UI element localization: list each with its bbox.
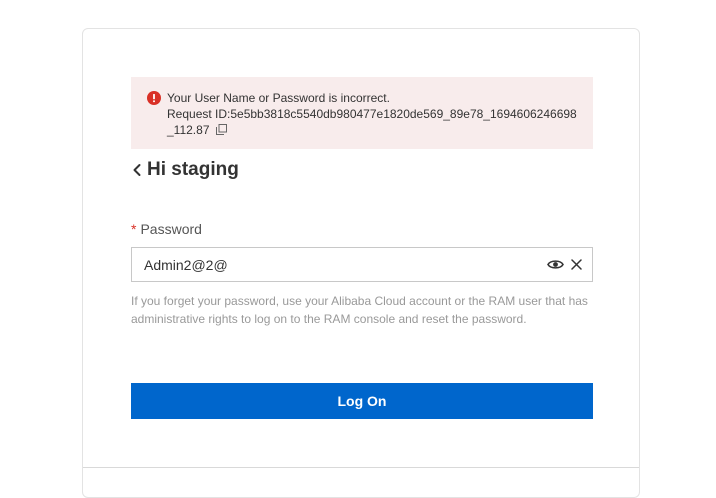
- password-field-wrapper: [131, 247, 593, 282]
- request-id: Request ID:5e5bb3818c5540db980477e1820de…: [167, 106, 583, 138]
- chevron-left-icon[interactable]: [131, 163, 143, 177]
- alert-text: Your User Name or Password is incorrect.…: [167, 90, 583, 138]
- close-icon[interactable]: [571, 259, 582, 270]
- account-heading: Hi staging: [131, 157, 239, 183]
- password-input[interactable]: [132, 248, 532, 281]
- error-alert: Your User Name or Password is incorrect.…: [131, 77, 593, 149]
- password-label-text: Password: [140, 221, 202, 237]
- password-label: * Password: [131, 221, 202, 237]
- required-mark: *: [131, 221, 137, 237]
- request-id-text: Request ID:5e5bb3818c5540db980477e1820de…: [167, 107, 577, 137]
- page-title: Hi staging: [147, 159, 239, 180]
- eye-icon[interactable]: [547, 258, 564, 271]
- divider: [83, 467, 639, 468]
- password-hint: If you forget your password, use your Al…: [131, 294, 588, 326]
- error-icon: [147, 91, 161, 105]
- alert-message: Your User Name or Password is incorrect.: [167, 91, 390, 105]
- log-on-button[interactable]: Log On: [131, 383, 593, 419]
- copy-icon[interactable]: [215, 124, 227, 135]
- login-card: Your User Name or Password is incorrect.…: [82, 28, 640, 498]
